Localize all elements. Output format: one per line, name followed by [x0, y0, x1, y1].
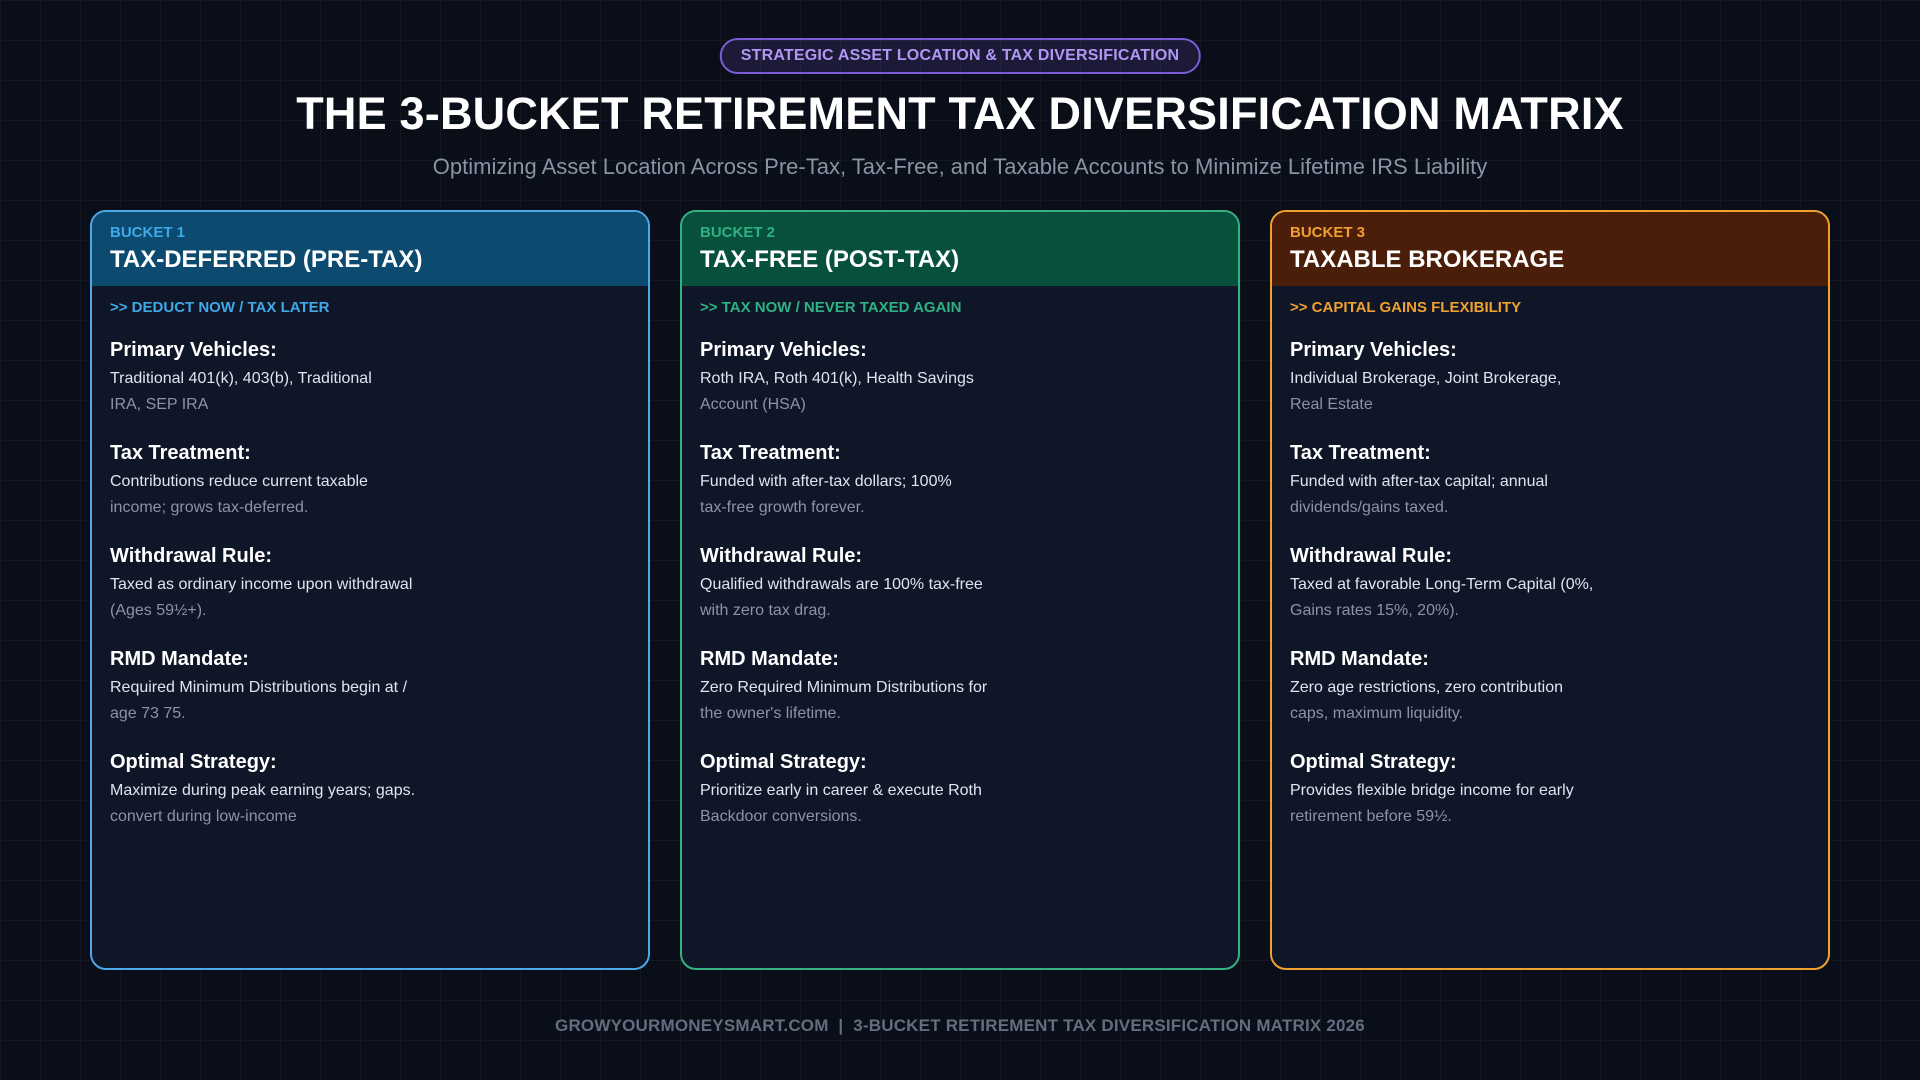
section-primary-vehicles: Primary Vehicles: Roth IRA, Roth 401(k),… — [700, 338, 1220, 418]
section-label: Primary Vehicles: — [1290, 339, 1457, 361]
footer-credit: GROWYOURMONEYSMART.COM | 3-BUCKET RETIRE… — [555, 1016, 1365, 1035]
section-text: Prioritize early in career & execute Rot… — [700, 782, 982, 799]
section-rmd-mandate: RMD Mandate: Zero Required Minimum Distr… — [700, 647, 1220, 727]
section-text: Account (HSA) — [700, 396, 806, 413]
bucket-card-body: >> TAX NOW / NEVER TAXED AGAIN Primary V… — [682, 286, 1238, 830]
section-text: income; grows tax-deferred. — [110, 499, 309, 516]
section-label: Withdrawal Rule: — [1290, 545, 1453, 567]
bucket-tagline: >> DEDUCT NOW / TAX LATER — [110, 299, 330, 316]
section-rmd-mandate: RMD Mandate: Zero age restrictions, zero… — [1290, 647, 1810, 727]
bucket-card-body: >> CAPITAL GAINS FLEXIBILITY Primary Veh… — [1272, 286, 1828, 830]
section-optimal-strategy: Optimal Strategy: Maximize during peak e… — [110, 750, 630, 830]
section-text: Zero age restrictions, zero contribution — [1290, 679, 1564, 696]
section-optimal-strategy: Optimal Strategy: Provides flexible brid… — [1290, 750, 1810, 830]
page-subtitle: Optimizing Asset Location Across Pre-Tax… — [432, 154, 1488, 179]
section-tax-treatment: Tax Treatment: Contributions reduce curr… — [110, 441, 630, 521]
section-text: age 73 75. — [110, 705, 186, 722]
section-label: Withdrawal Rule: — [110, 545, 273, 567]
section-text: (Ages 59½+). — [110, 602, 207, 619]
bucket-name: TAXABLE BROKERAGE — [1290, 246, 1565, 273]
section-withdrawal-rule: Withdrawal Rule: Taxed as ordinary incom… — [110, 544, 630, 624]
section-text: Funded with after-tax capital; annual — [1290, 473, 1548, 490]
bucket-card-header: BUCKET 1 TAX-DEFERRED (PRE-TAX) — [92, 212, 648, 286]
section-primary-vehicles: Primary Vehicles: Traditional 401(k), 40… — [110, 338, 630, 418]
bucket-card-body: >> DEDUCT NOW / TAX LATER Primary Vehicl… — [92, 286, 648, 830]
section-label: Optimal Strategy: — [110, 751, 277, 773]
bucket-name: TAX-DEFERRED (PRE-TAX) — [110, 246, 423, 273]
section-text: Contributions reduce current taxable — [110, 473, 368, 490]
section-text: convert during low-income — [110, 808, 297, 825]
section-text: Maximize during peak earning years; gaps… — [110, 782, 416, 799]
bucket-number: BUCKET 2 — [700, 224, 776, 241]
section-text: IRA, SEP IRA — [110, 396, 209, 413]
section-text: Required Minimum Distributions begin at … — [110, 679, 408, 696]
bucket-card-header: BUCKET 3 TAXABLE BROKERAGE — [1272, 212, 1828, 286]
section-withdrawal-rule: Withdrawal Rule: Qualified withdrawals a… — [700, 544, 1220, 624]
section-text: Individual Brokerage, Joint Brokerage, — [1290, 370, 1562, 387]
bucket-name: TAX-FREE (POST-TAX) — [700, 246, 960, 273]
section-label: RMD Mandate: — [110, 648, 249, 670]
section-text: tax-free growth forever. — [700, 499, 865, 516]
section-label: RMD Mandate: — [1290, 648, 1429, 670]
section-label: Primary Vehicles: — [700, 339, 867, 361]
section-rmd-mandate: RMD Mandate: Required Minimum Distributi… — [110, 647, 630, 727]
section-text: Gains rates 15%, 20%). — [1290, 602, 1459, 619]
section-primary-vehicles: Primary Vehicles: Individual Brokerage, … — [1290, 338, 1810, 418]
section-text: Qualified withdrawals are 100% tax-free — [700, 576, 983, 593]
section-label: Tax Treatment: — [1290, 442, 1431, 464]
page-title: THE 3-BUCKET RETIREMENT TAX DIVERSIFICAT… — [296, 88, 1624, 139]
section-text: Taxed at favorable Long-Term Capital (0%… — [1290, 576, 1594, 593]
section-text: caps, maximum liquidity. — [1290, 705, 1464, 722]
bucket-card-taxable: BUCKET 3 TAXABLE BROKERAGE >> CAPITAL GA… — [1270, 210, 1830, 970]
header-badge: STRATEGIC ASSET LOCATION & TAX DIVERSIFI… — [719, 38, 1201, 74]
bucket-card-tax-deferred: BUCKET 1 TAX-DEFERRED (PRE-TAX) >> DEDUC… — [90, 210, 650, 970]
section-optimal-strategy: Optimal Strategy: Prioritize early in ca… — [700, 750, 1220, 830]
section-label: Primary Vehicles: — [110, 339, 277, 361]
section-text: Funded with after-tax dollars; 100% — [700, 473, 952, 490]
section-text: dividends/gains taxed. — [1290, 499, 1449, 516]
bucket-tagline: >> CAPITAL GAINS FLEXIBILITY — [1290, 299, 1522, 316]
section-text: Real Estate — [1290, 396, 1373, 413]
section-text: the owner's lifetime. — [700, 705, 841, 722]
section-withdrawal-rule: Withdrawal Rule: Taxed at favorable Long… — [1290, 544, 1810, 624]
bucket-number: BUCKET 1 — [110, 224, 186, 241]
section-label: Tax Treatment: — [110, 442, 251, 464]
bucket-card-tax-free: BUCKET 2 TAX-FREE (POST-TAX) >> TAX NOW … — [680, 210, 1240, 970]
bucket-card-header: BUCKET 2 TAX-FREE (POST-TAX) — [682, 212, 1238, 286]
section-label: RMD Mandate: — [700, 648, 839, 670]
section-text: retirement before 59½. — [1290, 808, 1452, 825]
bucket-number: BUCKET 3 — [1290, 224, 1366, 241]
section-label: Optimal Strategy: — [700, 751, 867, 773]
section-label: Tax Treatment: — [700, 442, 841, 464]
section-text: Roth IRA, Roth 401(k), Health Savings — [700, 370, 974, 387]
section-label: Optimal Strategy: — [1290, 751, 1457, 773]
section-text: Traditional 401(k), 403(b), Traditional — [110, 370, 372, 387]
section-tax-treatment: Tax Treatment: Funded with after-tax dol… — [700, 441, 1220, 521]
section-text: Taxed as ordinary income upon withdrawal — [110, 576, 413, 593]
bucket-tagline: >> TAX NOW / NEVER TAXED AGAIN — [700, 299, 962, 316]
section-text: with zero tax drag. — [700, 602, 831, 619]
section-tax-treatment: Tax Treatment: Funded with after-tax cap… — [1290, 441, 1810, 521]
section-text: Zero Required Minimum Distributions for — [700, 679, 988, 696]
section-text: Backdoor conversions. — [700, 808, 862, 825]
section-label: Withdrawal Rule: — [700, 545, 863, 567]
section-text: Provides flexible bridge income for earl… — [1290, 782, 1574, 799]
